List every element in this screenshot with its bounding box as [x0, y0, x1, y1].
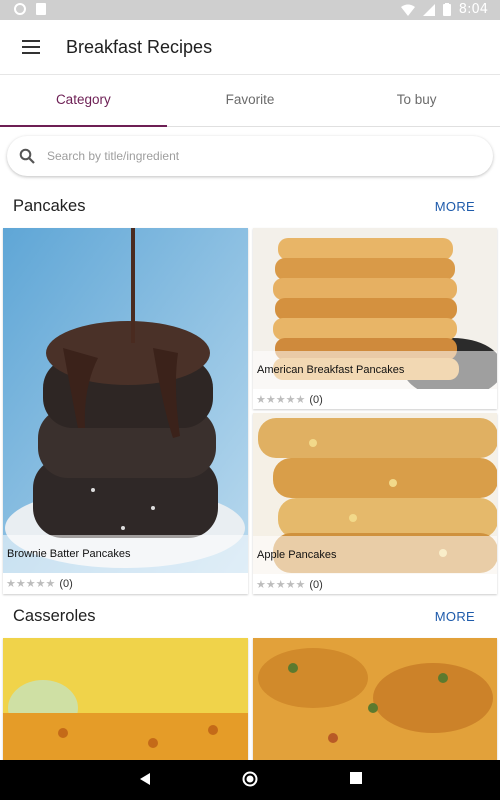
status-time: 8:04	[458, 2, 488, 17]
search-input[interactable]	[47, 136, 477, 176]
recipe-card-casserole-1[interactable]	[3, 638, 248, 768]
status-bar: 8:04	[0, 0, 500, 20]
tab-favorite[interactable]: Favorite	[167, 75, 334, 126]
search-icon	[19, 148, 35, 164]
home-icon[interactable]	[242, 771, 258, 787]
search-bar	[7, 136, 493, 176]
app-title: Breakfast Recipes	[66, 37, 213, 57]
recipe-card-brownie-batter-pancakes[interactable]: Brownie Batter Pancakes ★★★★★ (0)	[3, 228, 248, 594]
recipe-card-casserole-2[interactable]	[253, 638, 497, 768]
section-title-pancakes: Pancakes	[13, 197, 86, 215]
hamburger-menu-icon[interactable]	[20, 38, 42, 56]
rating-stars: ★★★★★	[6, 578, 56, 590]
rating-count: (0)	[309, 578, 323, 591]
tab-category[interactable]: Category	[0, 75, 167, 127]
tab-to-buy[interactable]: To buy	[333, 75, 500, 126]
rating-stars: ★★★★★	[256, 579, 306, 591]
rating: ★★★★★ (0)	[256, 393, 323, 407]
recipe-title: American Breakfast Pancakes	[253, 351, 497, 389]
recipe-photo	[3, 228, 248, 573]
battery-icon	[442, 3, 451, 16]
rating: ★★★★★ (0)	[256, 578, 323, 592]
recipe-card-american-breakfast-pancakes[interactable]: American Breakfast Pancakes ★★★★★ (0)	[253, 228, 497, 409]
notification-circle-icon	[14, 3, 26, 15]
sd-card-icon	[36, 3, 46, 15]
signal-icon	[422, 3, 435, 16]
recipe-photo	[3, 638, 248, 768]
rating-stars: ★★★★★	[256, 394, 306, 406]
section-title-casseroles: Casseroles	[13, 607, 96, 625]
wifi-icon	[400, 4, 415, 16]
rating-count: (0)	[309, 393, 323, 406]
recipe-photo	[253, 638, 497, 768]
rating: ★★★★★ (0)	[6, 577, 73, 591]
tab-bar: Category Favorite To buy	[0, 75, 500, 127]
system-navigation-bar	[0, 760, 500, 800]
back-icon[interactable]	[138, 772, 152, 786]
recipe-card-apple-pancakes[interactable]: Apple Pancakes ★★★★★ (0)	[253, 413, 497, 594]
app-bar: Breakfast Recipes	[0, 20, 500, 75]
more-button-pancakes[interactable]: MORE	[435, 199, 475, 214]
recipe-title: Brownie Batter Pancakes	[3, 535, 248, 573]
recipe-title: Apple Pancakes	[253, 536, 497, 574]
recents-icon[interactable]	[350, 772, 362, 784]
rating-count: (0)	[59, 577, 73, 590]
more-button-casseroles[interactable]: MORE	[435, 609, 475, 624]
